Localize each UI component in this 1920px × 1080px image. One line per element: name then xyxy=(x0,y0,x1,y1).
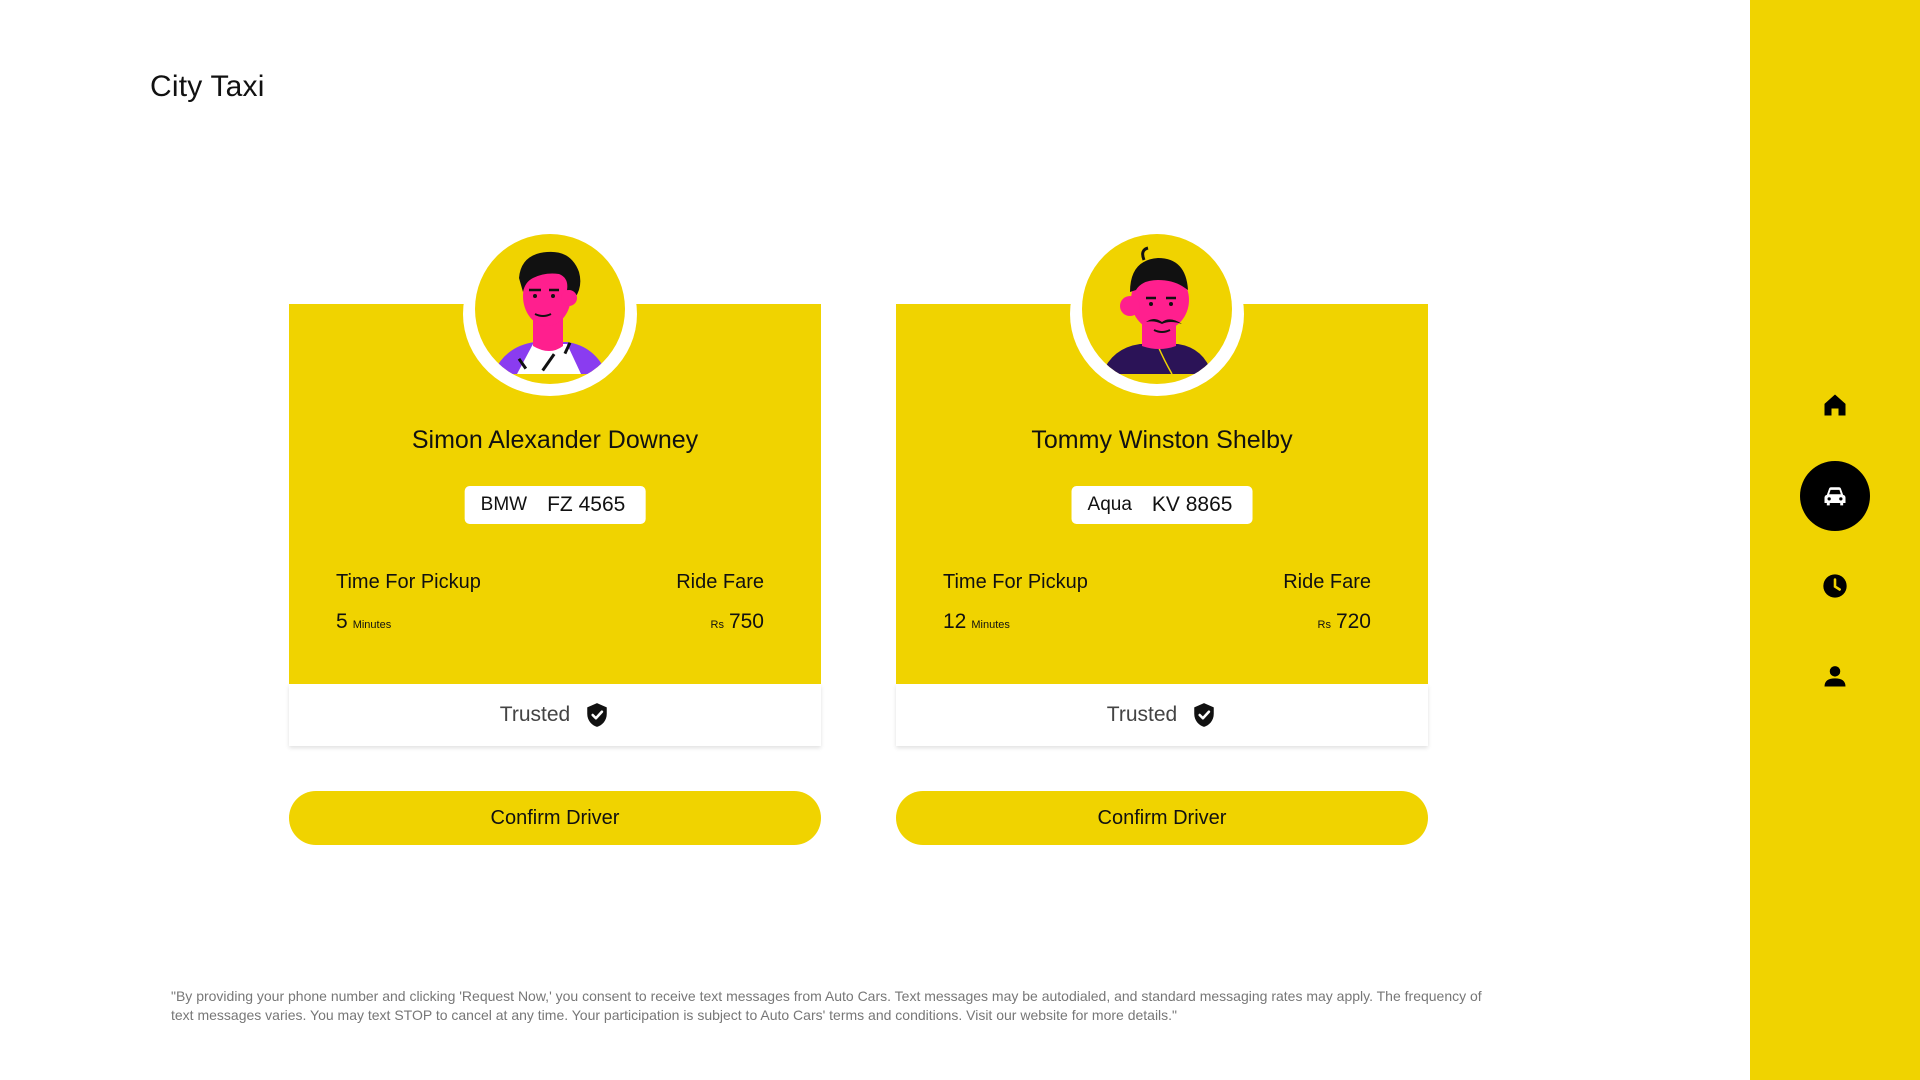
pickup-time: 12 Minutes xyxy=(943,610,1010,634)
avatar xyxy=(475,234,625,384)
driver-avatar-illustration xyxy=(1102,246,1212,375)
fare-currency: Rs xyxy=(710,619,724,631)
fare-label: Ride Fare xyxy=(676,571,764,593)
ride-fare: Rs 750 xyxy=(711,610,765,634)
fare-value: 750 xyxy=(728,610,764,633)
driver-card-body: Tommy Winston Shelby Aqua KV 8865 Time F… xyxy=(896,232,1428,684)
driver-avatar-illustration xyxy=(493,251,607,374)
fare-label: Ride Fare xyxy=(1283,571,1371,593)
driver-name: Tommy Winston Shelby xyxy=(1031,426,1293,454)
driver-card: Tommy Winston Shelby Aqua KV 8865 Time F… xyxy=(896,232,1428,845)
sidebar-nav xyxy=(1750,0,1920,1080)
pickup-value: 12 xyxy=(943,610,967,633)
sidebar-item-ride[interactable] xyxy=(1800,461,1870,531)
driver-card-body: Simon Alexander Downey BMW FZ 4565 Time … xyxy=(289,232,821,684)
pickup-unit: Minutes xyxy=(352,619,392,631)
verified-shield-icon xyxy=(1191,702,1217,728)
user-icon xyxy=(1821,662,1849,690)
pickup-label: Time For Pickup xyxy=(943,571,1088,593)
car-make: BMW xyxy=(480,494,528,515)
pickup-time: 5 Minutes xyxy=(336,610,391,634)
verified-shield-icon xyxy=(584,702,610,728)
pickup-unit: Minutes xyxy=(971,619,1010,631)
sidebar-item-profile[interactable] xyxy=(1800,641,1870,711)
driver-card: Simon Alexander Downey BMW FZ 4565 Time … xyxy=(289,232,821,845)
pickup-value: 5 xyxy=(336,610,348,633)
sidebar-item-home[interactable] xyxy=(1800,370,1870,440)
trusted-badge: Trusted xyxy=(289,684,821,746)
trusted-label: Trusted xyxy=(499,703,571,726)
confirm-driver-button[interactable]: Confirm Driver xyxy=(896,791,1428,845)
sidebar-item-history[interactable] xyxy=(1800,551,1870,621)
home-icon xyxy=(1821,391,1849,419)
driver-name: Simon Alexander Downey xyxy=(411,426,699,454)
fare-currency: Rs xyxy=(1317,619,1331,631)
clock-icon xyxy=(1821,572,1849,600)
car-icon xyxy=(1821,482,1849,510)
disclaimer-text: "By providing your phone number and clic… xyxy=(171,988,1482,1023)
avatar xyxy=(1082,234,1232,384)
confirm-driver-button[interactable]: Confirm Driver xyxy=(289,791,821,845)
ride-fare: Rs 720 xyxy=(1318,610,1372,634)
vehicle-plate: BMW FZ 4565 xyxy=(464,486,646,524)
trusted-badge: Trusted xyxy=(896,684,1428,746)
plate-number: KV 8865 xyxy=(1151,493,1233,516)
plate-number: FZ 4565 xyxy=(547,493,626,516)
fare-value: 720 xyxy=(1335,610,1371,633)
vehicle-plate: Aqua KV 8865 xyxy=(1071,486,1253,524)
trusted-label: Trusted xyxy=(1106,703,1178,726)
app-title: City Taxi xyxy=(150,70,265,103)
car-make: Aqua xyxy=(1087,494,1132,515)
pickup-label: Time For Pickup xyxy=(336,571,481,593)
